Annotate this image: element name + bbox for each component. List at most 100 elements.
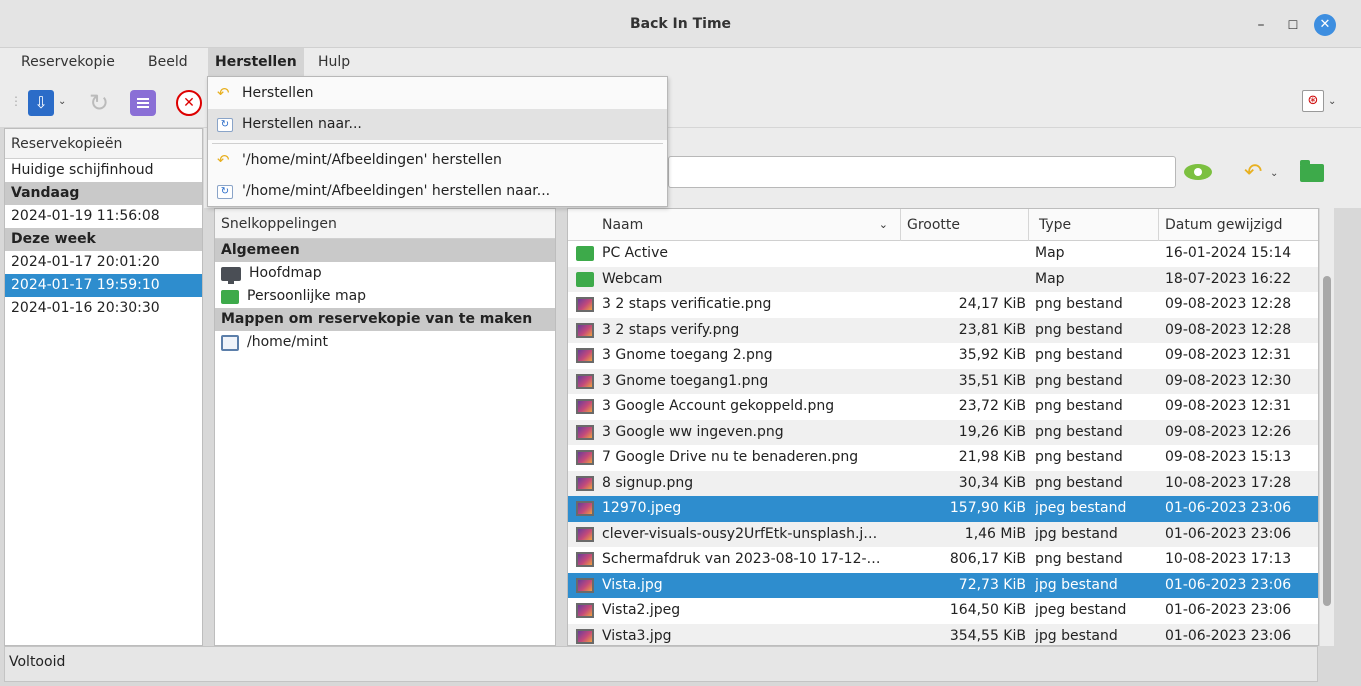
file-type: png bestand bbox=[1035, 423, 1123, 440]
image-file-icon bbox=[576, 552, 594, 567]
file-row[interactable]: Vista2.jpeg 164,50 KiB jpeg bestand 01-06-2… bbox=[568, 598, 1318, 624]
file-name: Schermafdruk van 2023-08-10 17-12-… bbox=[602, 551, 881, 567]
shortcut-personal-label: Persoonlijke map bbox=[247, 288, 367, 304]
column-name[interactable]: Naam ⌄ bbox=[568, 209, 901, 241]
scrollbar-thumb[interactable] bbox=[1323, 276, 1331, 606]
snapshot-item[interactable]: 2024-01-16 20:30:30 bbox=[5, 297, 202, 320]
menu-bar: Reservekopie Beeld Herstellen Hulp bbox=[0, 48, 1361, 76]
file-date: 09-08-2023 12:28 bbox=[1165, 321, 1292, 338]
file-date: 01-06-2023 23:06 bbox=[1165, 602, 1292, 618]
menu-beeld[interactable]: Beeld bbox=[141, 48, 195, 76]
snapshot-item[interactable]: 2024-01-19 11:56:08 bbox=[5, 205, 202, 228]
image-file-icon bbox=[576, 628, 594, 644]
file-name: 3 Gnome toegang1.png bbox=[602, 372, 769, 389]
file-size: 1,46 MiB bbox=[964, 525, 1026, 542]
file-row[interactable]: 7 Google Drive nu te benaderen.png 21,98 … bbox=[568, 445, 1318, 471]
file-type: png bestand bbox=[1035, 551, 1123, 567]
drive-icon bbox=[221, 334, 239, 351]
file-name: 7 Google Drive nu te benaderen.png bbox=[602, 449, 859, 465]
shortcut-backup-folder[interactable]: /home/mint bbox=[215, 331, 555, 354]
file-row[interactable]: 3 2 staps verificatie.png 24,17 KiB png be… bbox=[568, 292, 1318, 318]
column-date[interactable]: Datum gewijzigd bbox=[1159, 209, 1318, 241]
shortcut-backup-folder-label: /home/mint bbox=[247, 334, 329, 350]
chevron-down-icon[interactable]: ⌄ bbox=[58, 96, 66, 107]
file-row[interactable]: 3 Google ww ingeven.png 19,26 KiB png best… bbox=[568, 419, 1318, 445]
file-date: 18-07-2023 16:22 bbox=[1165, 270, 1292, 287]
file-size: 354,55 KiB bbox=[949, 627, 1026, 644]
status-text: Voltooid bbox=[9, 654, 66, 670]
file-row[interactable]: clever-visuals-ousy2UrfEtk-unsplash.j… 1,… bbox=[568, 521, 1318, 547]
file-type: png bestand bbox=[1035, 372, 1123, 389]
file-row[interactable]: 3 Google Account gekoppeld.png 23,72 KiB p… bbox=[568, 394, 1318, 420]
file-row[interactable]: Webcam Map 18-07-2023 16:22 bbox=[568, 266, 1318, 292]
file-row[interactable]: 8 signup.png 30,34 KiB png bestand 10-08-20… bbox=[568, 470, 1318, 496]
file-row[interactable]: Vista.jpg 72,73 KiB jpg bestand 01-06-2023 … bbox=[568, 572, 1318, 598]
file-name: 12970.jpeg bbox=[602, 500, 682, 516]
snapshot-item[interactable]: 2024-01-17 20:01:20 bbox=[5, 251, 202, 274]
shortcuts-header: Snelkoppelingen bbox=[215, 209, 555, 239]
toolbar-grip-icon: ⋮ bbox=[10, 94, 22, 108]
menu-separator bbox=[212, 143, 663, 144]
file-row[interactable]: 3 2 staps verify.png 23,81 KiB png bestand… bbox=[568, 317, 1318, 343]
menu-reservekopie[interactable]: Reservekopie bbox=[14, 48, 122, 76]
menu-item-restore-parent-to[interactable]: ↻ '/home/mint/Afbeeldingen' herstellen n… bbox=[208, 176, 667, 207]
column-type[interactable]: Type bbox=[1029, 209, 1159, 241]
file-row[interactable]: Vista3.jpg 354,55 KiB jpg bestand 01-06-202… bbox=[568, 623, 1318, 645]
folder-icon bbox=[576, 271, 594, 287]
file-date: 01-06-2023 23:06 bbox=[1165, 576, 1292, 593]
folder-icon bbox=[576, 246, 594, 261]
file-size: 164,50 KiB bbox=[949, 602, 1026, 618]
file-row[interactable]: 3 Gnome toegang 2.png 35,92 KiB png bestan… bbox=[568, 343, 1318, 369]
path-input[interactable] bbox=[668, 156, 1176, 188]
close-window-button[interactable]: ✕ bbox=[1314, 14, 1336, 36]
file-date: 01-06-2023 23:06 bbox=[1165, 627, 1292, 644]
computer-icon bbox=[221, 266, 241, 284]
file-row[interactable]: Schermafdruk van 2023-08-10 17-12-… 806,1… bbox=[568, 547, 1318, 573]
help-icon[interactable]: ⊛ bbox=[1302, 90, 1324, 112]
refresh-icon[interactable]: ↻ bbox=[86, 90, 112, 116]
file-name: 3 Google ww ingeven.png bbox=[602, 423, 784, 440]
file-row[interactable]: PC Active Map 16-01-2024 15:14 bbox=[568, 241, 1318, 267]
file-list-scrollbar[interactable] bbox=[1320, 208, 1334, 646]
status-bar: Voltooid bbox=[4, 646, 1318, 682]
snapshot-group: Deze week bbox=[5, 228, 202, 251]
file-date: 09-08-2023 12:26 bbox=[1165, 423, 1292, 440]
shortcut-home-label: Hoofdmap bbox=[249, 265, 322, 281]
file-row[interactable]: 3 Gnome toegang1.png 35,51 KiB png bestand… bbox=[568, 368, 1318, 394]
folder-icon[interactable] bbox=[1300, 160, 1324, 182]
stop-icon[interactable]: ✕ bbox=[176, 90, 202, 116]
file-name: 8 signup.png bbox=[602, 474, 694, 491]
file-name: 3 Google Account gekoppeld.png bbox=[602, 398, 835, 414]
take-snapshot-icon[interactable]: ⇩ bbox=[28, 90, 54, 116]
menu-item-restore-parent[interactable]: ↶ '/home/mint/Afbeeldingen' herstellen bbox=[208, 145, 667, 176]
show-hidden-icon[interactable] bbox=[1184, 164, 1212, 180]
file-list: Naam ⌄ Grootte Type Datum gewijzigd PC A… bbox=[567, 208, 1319, 646]
restore-chevron-down-icon[interactable]: ⌄ bbox=[1270, 168, 1278, 179]
file-rows: PC Active Map 16-01-2024 15:14 Webcam Map 18-… bbox=[568, 241, 1318, 645]
file-size: 21,98 KiB bbox=[958, 449, 1026, 465]
shortcut-personal[interactable]: Persoonlijke map bbox=[215, 285, 555, 308]
file-name: 3 2 staps verificatie.png bbox=[602, 296, 772, 312]
help-chevron-down-icon[interactable]: ⌄ bbox=[1328, 96, 1336, 107]
file-type: Map bbox=[1035, 270, 1065, 287]
snapshot-item[interactable]: Huidige schijfinhoud bbox=[5, 159, 202, 182]
snapshot-item-selected[interactable]: 2024-01-17 19:59:10 bbox=[5, 274, 202, 297]
menu-herstellen[interactable]: Herstellen bbox=[208, 48, 304, 76]
view-log-icon[interactable] bbox=[130, 90, 156, 116]
file-date: 09-08-2023 12:28 bbox=[1165, 296, 1292, 312]
image-file-icon bbox=[576, 348, 594, 363]
file-date: 09-08-2023 12:31 bbox=[1165, 347, 1292, 363]
menu-item-restore-to[interactable]: ↻ Herstellen naar... bbox=[208, 109, 667, 140]
image-file-icon bbox=[576, 603, 594, 618]
menu-hulp[interactable]: Hulp bbox=[311, 48, 357, 76]
restore-icon[interactable]: ↶ bbox=[1244, 160, 1262, 185]
file-size: 23,72 KiB bbox=[958, 398, 1026, 414]
minimize-button[interactable]: – bbox=[1250, 14, 1272, 36]
shortcut-home[interactable]: Hoofdmap bbox=[215, 262, 555, 285]
file-row[interactable]: 12970.jpeg 157,90 KiB jpeg bestand 01-06-20… bbox=[568, 496, 1318, 522]
menu-item-restore[interactable]: ↶ Herstellen bbox=[208, 78, 667, 109]
main-toolbar: ⋮ ⇩ ⌄ ↻ ✕ bbox=[0, 76, 1361, 128]
restore-icon: ↶ bbox=[217, 151, 230, 169]
column-size[interactable]: Grootte bbox=[901, 209, 1029, 241]
maximize-button[interactable]: ☐ bbox=[1282, 14, 1304, 36]
